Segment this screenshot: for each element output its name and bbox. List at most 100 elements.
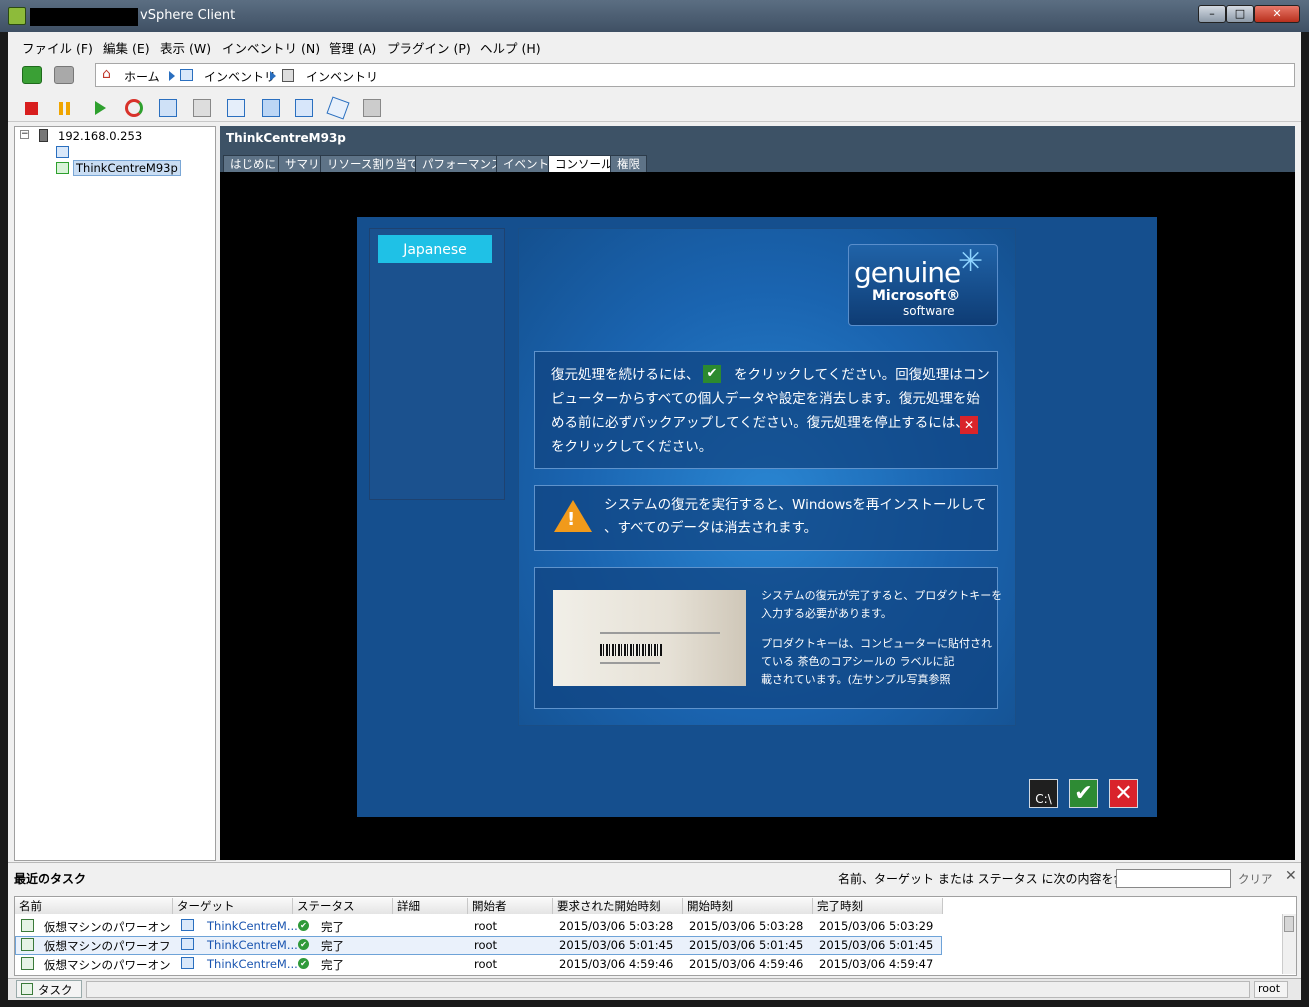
task-icon xyxy=(21,957,34,970)
status-field xyxy=(86,981,1250,998)
cancel-button[interactable]: ✕ xyxy=(1109,779,1138,808)
task-start: 2015/03/06 5:01:45 xyxy=(689,938,804,952)
task-name[interactable]: 仮想マシンのパワーオフ xyxy=(44,938,171,954)
breadcrumb-arrow-icon[interactable] xyxy=(270,71,276,81)
close-window-button[interactable]: ✕ xyxy=(1254,5,1300,23)
column-header[interactable]: ターゲット xyxy=(173,898,293,914)
coa-text-line xyxy=(600,662,660,664)
success-icon: ✔ xyxy=(298,939,309,950)
menu-help[interactable]: ヘルプ (H) xyxy=(480,38,541,57)
instruction-line-1b: をクリックしてください。回復処理はコン xyxy=(734,367,990,383)
column-header[interactable]: ステータス xyxy=(293,898,393,914)
key-text-1a: システムの復元が完了すると、プロダクトキーを xyxy=(761,589,1003,602)
menu-plugin[interactable]: プラグイン (P) xyxy=(387,38,471,57)
revert-snapshot-icon[interactable] xyxy=(193,99,211,117)
tab-console[interactable]: コンソール xyxy=(548,155,620,172)
menu-file[interactable]: ファイル (F) xyxy=(22,38,93,57)
barcode-icon xyxy=(600,644,662,656)
task-initiator: root xyxy=(474,938,498,952)
column-header[interactable]: 完了時刻 xyxy=(813,898,943,914)
task-target[interactable]: ThinkCentreM... xyxy=(207,957,298,971)
maximize-button[interactable]: □ xyxy=(1226,5,1254,23)
breadcrumb-arrow-icon[interactable] xyxy=(169,71,175,81)
filter-label[interactable]: 名前、ターゲット または ステータス に次の内容を含む: xyxy=(838,870,1142,887)
vm-title: ThinkCentreM93p xyxy=(226,131,346,145)
command-prompt-button[interactable]: C:\ xyxy=(1029,779,1058,808)
column-header[interactable]: 要求された開始時刻 xyxy=(553,898,683,914)
task-name[interactable]: 仮想マシンのパワーオン xyxy=(44,957,171,973)
language-item[interactable]: Japanese xyxy=(378,235,492,263)
snapshot-icon[interactable] xyxy=(159,99,177,117)
task-initiator: root xyxy=(474,919,498,933)
task-icon xyxy=(21,938,34,951)
status-tasks-label[interactable]: タスク xyxy=(38,982,73,998)
status-user: root xyxy=(1254,981,1288,998)
inventory-tree: − 192.168.0.253 ThinkCentreM93p xyxy=(14,126,216,861)
minimize-button[interactable]: – xyxy=(1198,5,1226,23)
menu-admin[interactable]: 管理 (A) xyxy=(329,38,376,57)
console-icon[interactable] xyxy=(262,99,280,117)
column-header[interactable]: 開始者 xyxy=(468,898,553,914)
task-status: 完了 xyxy=(321,939,344,953)
breadcrumb-inventory[interactable]: インベントリ xyxy=(204,68,276,85)
tasks-title: 最近のタスク xyxy=(14,872,87,886)
breadcrumb-home[interactable]: ホーム xyxy=(124,68,160,85)
migrate-icon[interactable] xyxy=(326,96,350,120)
task-icon xyxy=(21,919,34,932)
coa-text-line xyxy=(600,632,720,634)
success-icon: ✔ xyxy=(298,958,309,969)
close-icon[interactable]: ✕ xyxy=(1285,868,1297,884)
reset-icon[interactable] xyxy=(125,99,143,117)
tree-vm[interactable]: ThinkCentreM93p xyxy=(73,160,181,176)
menu-edit[interactable]: 編集 (E) xyxy=(103,38,150,57)
key-text-1b: 入力する必要があります。 xyxy=(761,607,892,620)
server-icon xyxy=(39,129,48,142)
inventory-icon xyxy=(180,69,193,81)
suspend-icon[interactable] xyxy=(59,102,72,115)
column-header[interactable]: 詳細 xyxy=(393,898,468,914)
key-text-2c: 載されています。(左サンプル写真参照 xyxy=(761,673,951,686)
instruction-line-3: める前に必ずバックアップしてください。復元処理を停止するには、 xyxy=(551,415,969,431)
instruction-line-4: をクリックしてください。 xyxy=(551,439,713,455)
instruction-line-2: ピューターからすべての個人データや設定を消去します。復元処理を始 xyxy=(551,391,980,407)
tab-events[interactable]: イベント xyxy=(496,155,556,172)
task-start: 2015/03/06 5:03:28 xyxy=(689,919,804,933)
tab-permissions[interactable]: 権限 xyxy=(610,155,647,172)
filter-input[interactable] xyxy=(1116,869,1231,888)
breadcrumb: ⌂ ホーム インベントリ インベントリ xyxy=(95,63,1295,87)
vsphere-app-icon[interactable] xyxy=(8,7,26,25)
power-off-icon[interactable] xyxy=(25,102,38,115)
collapse-toggle-icon[interactable]: − xyxy=(20,130,29,139)
redacted-title xyxy=(30,8,138,26)
edit-settings-icon[interactable] xyxy=(295,99,313,117)
checkmark-icon: ✔ xyxy=(703,365,721,383)
task-target[interactable]: ThinkCentreM... xyxy=(207,919,298,933)
task-name[interactable]: 仮想マシンのパワーオン xyxy=(44,919,171,935)
power-on-icon[interactable] xyxy=(95,101,106,115)
tools-icon[interactable] xyxy=(363,99,381,117)
menu-inventory[interactable]: インベントリ (N) xyxy=(222,38,320,57)
menu-view[interactable]: 表示 (W) xyxy=(160,38,211,57)
back-arrow-icon[interactable] xyxy=(22,66,42,84)
tab-resource-allocation[interactable]: リソース割り当て xyxy=(320,155,426,172)
task-requested: 2015/03/06 4:59:46 xyxy=(559,957,674,971)
star-icon: ✳ xyxy=(958,244,984,279)
task-status: 完了 xyxy=(321,958,344,972)
forward-arrow-icon[interactable] xyxy=(54,66,74,84)
cross-icon: ✕ xyxy=(960,416,978,434)
tab-getting-started[interactable]: はじめに xyxy=(223,155,283,172)
menu-bar: ファイル (F) 編集 (E) 表示 (W) インベントリ (N) 管理 (A)… xyxy=(8,34,1301,58)
snapshot-manager-icon[interactable] xyxy=(227,99,245,117)
vm-icon xyxy=(181,957,194,969)
warning-line-2: 、すべてのデータは消去されます。 xyxy=(604,520,818,536)
column-header[interactable]: 開始時刻 xyxy=(683,898,813,914)
tree-host[interactable]: 192.168.0.253 xyxy=(58,129,142,143)
window-title: vSphere Client xyxy=(140,8,236,23)
scrollbar-thumb[interactable] xyxy=(1284,916,1294,932)
breadcrumb-host-inventory[interactable]: インベントリ xyxy=(306,68,378,85)
resource-pool-icon[interactable] xyxy=(56,146,69,158)
column-header[interactable]: 名前 xyxy=(15,898,173,914)
continue-button[interactable]: ✔ xyxy=(1069,779,1098,808)
clear-link[interactable]: クリア xyxy=(1238,871,1273,887)
task-target[interactable]: ThinkCentreM... xyxy=(207,938,298,952)
